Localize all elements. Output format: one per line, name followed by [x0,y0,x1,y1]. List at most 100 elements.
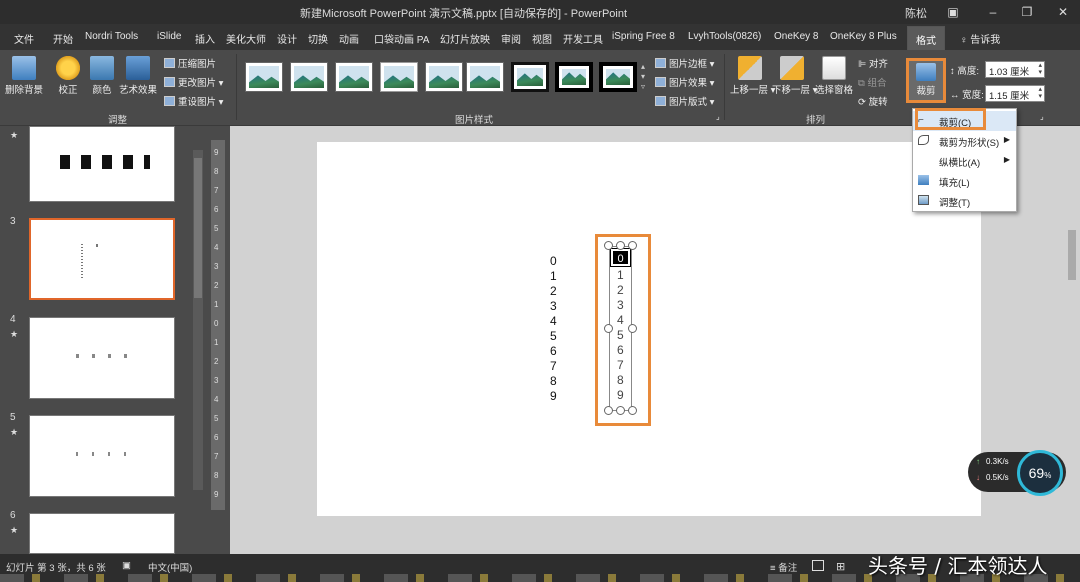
height-input[interactable]: 1.03 厘米 ▴ ▾ [985,61,1045,78]
picture-style-1[interactable] [245,62,283,92]
picture-style-7[interactable] [511,62,549,92]
slide-number: 5 [10,412,16,423]
ribbon-display-icon[interactable]: ▣ [942,3,964,21]
tab-file[interactable]: 文件 [14,31,34,46]
highlight-box [915,108,986,130]
selection-pane-button[interactable]: 选择窗格 [814,56,854,96]
tab-lvyhtools[interactable]: LvyhTools(0826) [688,31,761,42]
tab-design[interactable]: 设计 [277,31,297,46]
adjust-group-label: 调整 [108,115,128,126]
picture-style-3[interactable] [335,62,373,92]
left-digit: 9 [550,389,557,403]
picture-layout-button[interactable]: 图片版式 ▾ [655,94,714,108]
tab-beautify[interactable]: 美化大师 [226,31,266,46]
width-icon: ↔ [950,90,960,101]
width-spinner-icon[interactable]: ▴ ▾ [1038,86,1042,100]
scrollbar-thumb[interactable] [194,158,202,298]
picture-style-4[interactable] [380,62,418,92]
notes-button[interactable]: ≡ 备注 [770,560,797,574]
tab-view[interactable]: 视图 [532,31,552,46]
ruler-label: 2 [214,281,219,290]
slide-thumbnail-panel: ★ 3 4 ★ 5 ★ 6 ★ [0,126,207,554]
slide-3-mark [96,244,98,247]
tab-format[interactable]: 格式 [907,26,945,50]
gallery-scroll-icon[interactable]: ▴ ▾ ▿ [641,62,645,92]
tab-insert[interactable]: 插入 [195,31,215,46]
ruler-label: 8 [214,167,219,176]
width-label: 宽度: [962,90,984,101]
canvas-scrollbar[interactable] [1068,230,1076,280]
picture-effects-button[interactable]: 图片效果 ▾ [655,75,714,89]
picture-effects-label: 图片效果 [669,78,708,89]
ruler-label: 4 [214,243,219,252]
animation-star-icon: ★ [10,525,19,535]
picture-layout-label: 图片版式 [669,97,708,108]
spell-check-icon[interactable]: ▣ [122,560,131,571]
watermark: 头条号 / 汇本领达人 [868,554,1048,578]
height-spinner-icon[interactable]: ▴ ▾ [1038,62,1042,76]
slide-thumbnail-4[interactable] [29,317,175,399]
menu-item-fill[interactable]: 填充(L) [913,171,1016,191]
bring-forward-button[interactable]: 上移一层 ▾ [730,56,775,96]
slide-thumbnail-3[interactable] [29,218,175,300]
slide-sorter-icon[interactable]: ⊞ [836,560,845,573]
change-picture-button[interactable]: 更改图片 ▾ [164,75,223,89]
tab-onekey8plus[interactable]: OneKey 8 Plus [830,31,897,42]
send-backward-button[interactable]: 下移一层 ▾ [772,56,817,96]
normal-view-icon[interactable] [812,560,824,571]
slide-thumbnail-6[interactable] [29,513,175,554]
picture-border-button[interactable]: 图片边框 ▾ [655,56,714,70]
tab-onekey8[interactable]: OneKey 8 [774,31,818,42]
picture-style-8[interactable] [555,62,593,92]
slide-thumbnail-5[interactable] [29,415,175,497]
ruler-label: 4 [214,395,219,404]
tab-review[interactable]: 审阅 [501,31,521,46]
size-dialog-launcher-icon[interactable]: ⌟ [1040,112,1044,121]
corrections-button[interactable]: 校正 [54,56,82,96]
tell-me-box[interactable]: ♀ 告诉我 [960,31,1000,46]
align-label: 对齐 [868,59,888,70]
slide-thumbnail-2[interactable] [29,126,175,202]
group-label: 组合 [867,78,887,89]
tab-developer[interactable]: 开发工具 [563,31,603,46]
color-button[interactable]: 颜色 [88,56,116,96]
tab-ispring[interactable]: iSpring Free 8 [612,31,675,42]
rotate-button[interactable]: ⟳ 旋转 [858,94,888,108]
tab-animations[interactable]: 动画 [339,31,359,46]
crop-button[interactable]: 裁剪 [906,58,946,103]
tab-slideshow[interactable]: 幻灯片放映 [440,31,490,46]
user-name[interactable]: 陈松 [905,5,927,21]
remove-background-button[interactable]: 删除背景 [4,56,44,96]
ruler-label: 3 [214,262,219,271]
menu-item-crop-to-shape[interactable]: 裁剪为形状(S) ▶ [913,131,1016,151]
minimize-icon[interactable]: – [982,3,1004,21]
tab-nordri[interactable]: Nordri Tools [85,31,138,42]
language-indicator[interactable]: 中文(中国) [148,560,192,574]
tab-transitions[interactable]: 切换 [308,31,328,46]
change-picture-icon [164,77,175,87]
picture-style-6[interactable] [466,62,504,92]
thumbnail-scrollbar[interactable] [193,150,203,490]
ruler-label: 9 [214,490,219,499]
maximize-icon[interactable]: ❐ [1016,3,1038,21]
picture-style-5[interactable] [425,62,463,92]
picture-style-9[interactable] [599,62,637,92]
menu-item-fit[interactable]: 调整(T) [913,191,1016,211]
tab-pocket-anim[interactable]: 口袋动画 PA [374,31,429,46]
artistic-effects-button[interactable]: 艺术效果 [118,56,158,96]
dialog-launcher-icon[interactable]: ⌟ [716,112,720,121]
picture-style-2[interactable] [290,62,328,92]
align-button[interactable]: ⊫ 对齐 [858,56,888,70]
compress-pictures-button[interactable]: 压缩图片 [164,56,216,70]
menu-item-aspect-ratio[interactable]: 纵横比(A) ▶ [913,151,1016,171]
close-icon[interactable]: ✕ [1052,3,1074,21]
memory-gauge[interactable]: 69% [1017,450,1063,496]
tab-home[interactable]: 开始 [53,31,73,46]
group-button[interactable]: ⧉ 组合 [858,75,886,89]
remove-background-icon [12,56,36,80]
width-input[interactable]: 1.15 厘米 ▴ ▾ [985,85,1045,102]
tab-islide[interactable]: iSlide [157,31,181,42]
reset-picture-button[interactable]: 重设图片 ▾ [164,94,223,108]
ribbon-tabs: 文件 开始 Nordri Tools iSlide 插入 美化大师 设计 切换 … [0,24,1080,50]
lightbulb-icon: ♀ [960,35,968,46]
